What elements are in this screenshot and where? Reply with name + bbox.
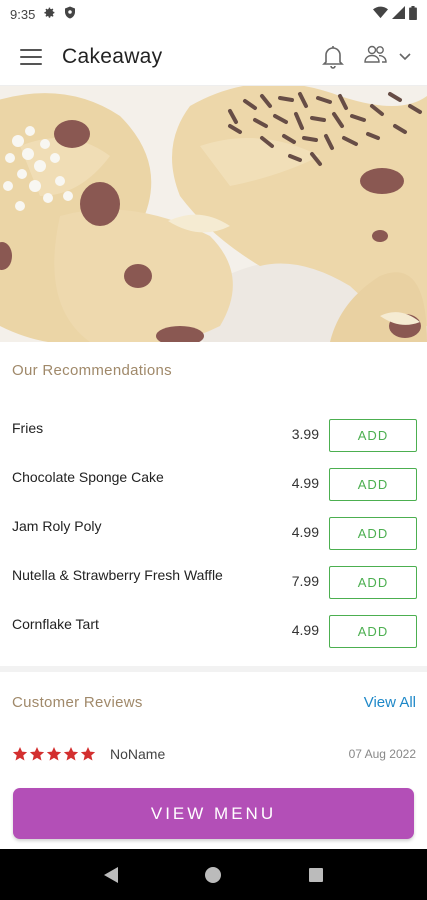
star-rating [12,746,96,762]
users-icon [363,44,389,69]
section-divider [0,666,427,672]
list-item: Nutella & Strawberry Fresh Waffle 7.99 A… [0,555,427,604]
item-price: 3.99 [291,426,319,442]
item-price: 4.99 [291,475,319,491]
app-title: Cakeaway [62,44,163,68]
list-item: Jam Roly Poly 4.99 ADD [0,506,427,555]
users-selector[interactable] [363,44,411,69]
back-icon[interactable] [91,855,131,895]
menu-icon[interactable] [20,48,42,65]
status-bar: 9:35 [0,0,427,28]
add-button[interactable]: ADD [329,419,417,452]
review-date: 07 Aug 2022 [348,747,416,761]
status-time: 9:35 [10,6,36,22]
shield-icon [64,6,76,22]
item-price: 4.99 [291,622,319,638]
add-button[interactable]: ADD [329,517,417,550]
reviewer-name: NoName [110,746,166,762]
star-icon [63,747,79,761]
app-bar: Cakeaway [0,28,427,86]
view-all-link[interactable]: View All [364,694,416,711]
signal-icon [392,6,405,22]
view-menu-button[interactable]: VIEW MENU [13,788,414,839]
add-button[interactable]: ADD [329,468,417,501]
item-name: Chocolate Sponge Cake [12,469,164,485]
star-icon [80,747,96,761]
system-nav-bar [0,849,427,900]
list-item: Cornflake Tart 4.99 ADD [0,604,427,653]
gear-icon [43,6,56,22]
hero-image [0,86,427,342]
chevron-down-icon [399,48,411,66]
item-price: 7.99 [291,573,319,589]
review-item: NoName 07 Aug 2022 [12,744,416,764]
recommendations-list: Fries 3.99 ADD Chocolate Sponge Cake 4.9… [0,408,427,653]
recents-icon[interactable] [296,855,336,895]
item-name: Fries [12,420,44,436]
star-icon [12,747,28,761]
add-button[interactable]: ADD [329,615,417,648]
reviews-title: Customer Reviews [12,694,143,711]
wifi-icon [373,6,388,22]
bell-icon[interactable] [321,44,345,70]
item-name: Jam Roly Poly [12,518,102,534]
item-price: 4.99 [291,524,319,540]
add-button[interactable]: ADD [329,566,417,599]
recommendations-title: Our Recommendations [12,362,172,379]
list-item: Chocolate Sponge Cake 4.99 ADD [0,457,427,506]
item-name: Nutella & Strawberry Fresh Waffle [12,567,223,583]
battery-icon [409,5,417,23]
star-icon [29,747,45,761]
item-name: Cornflake Tart [12,616,99,632]
home-icon[interactable] [193,855,233,895]
list-item: Fries 3.99 ADD [0,408,427,457]
star-icon [46,747,62,761]
